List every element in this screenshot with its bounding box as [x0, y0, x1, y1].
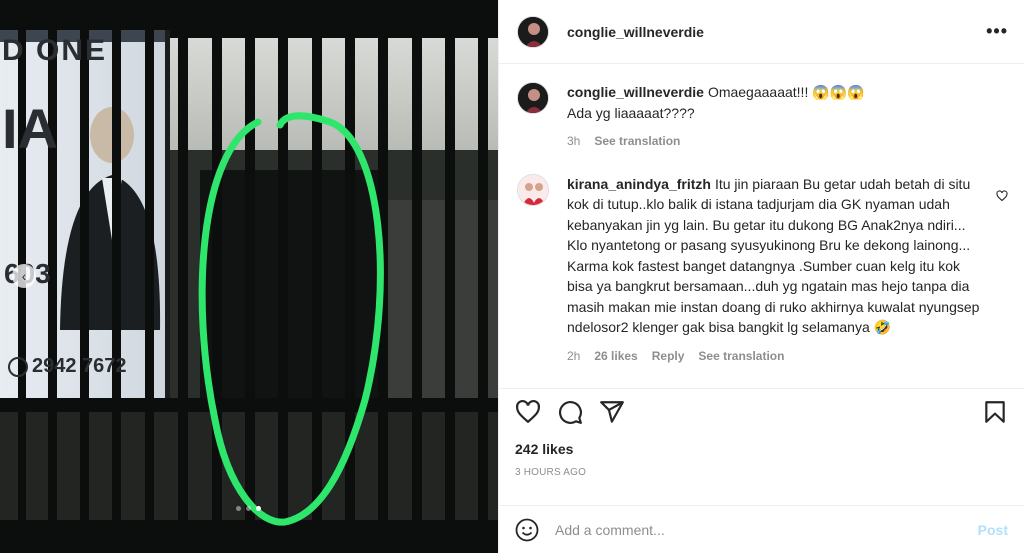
caption-text-line1: Omaegaaaaat!!! 😱😱😱: [707, 84, 865, 100]
banner-text-big: IA: [2, 97, 58, 160]
slide-dot-active: [256, 506, 261, 511]
comment-composer: Post: [499, 505, 1024, 553]
caption-text-line2: Ada yg liaaaaat????: [567, 104, 695, 121]
comment-likes[interactable]: 26 likes: [594, 346, 637, 367]
commenter-avatar[interactable]: [517, 173, 549, 206]
avatar-image: [518, 16, 548, 47]
avatar-image: [518, 83, 548, 113]
action-bar: [515, 399, 1008, 425]
comment-item: kirana_anindya_fritzh Itu jin piaraan Bu …: [517, 173, 1008, 367]
comment-time[interactable]: 2h: [567, 346, 580, 367]
comment-like-heart-icon[interactable]: [996, 189, 1008, 205]
previous-slide-button[interactable]: ‹: [12, 264, 36, 288]
add-comment-input[interactable]: [555, 521, 978, 538]
banner-phone: 2942 7672: [8, 355, 127, 378]
comment-reply[interactable]: Reply: [652, 346, 685, 367]
post-modal: D ONE IA 603 2942 7672 ‹ conglie_w: [0, 0, 1024, 553]
caption-see-translation[interactable]: See translation: [594, 131, 680, 152]
slide-indicator: [236, 506, 261, 511]
comment-icon[interactable]: [557, 399, 583, 425]
comment-username[interactable]: kirana_anindya_fritzh: [567, 176, 711, 192]
avatar-image: [518, 174, 548, 205]
comments-list: conglie_willneverdie Omaegaaaaat!!! 😱😱😱 A…: [499, 64, 1024, 394]
comment-meta: 2h 26 likes Reply See translation: [567, 346, 982, 367]
heart-icon[interactable]: [515, 399, 541, 425]
banner-phone-number: 2942 7672: [32, 355, 127, 377]
slide-dot: [246, 506, 251, 511]
comment-see-translation[interactable]: See translation: [698, 346, 784, 367]
caption-meta: 3h See translation: [567, 131, 982, 152]
post-actions: 242 likes 3 HOURS AGO: [499, 388, 1024, 478]
author-username[interactable]: conglie_willneverdie: [567, 24, 704, 40]
caption-avatar[interactable]: [517, 82, 549, 114]
banner-text-top: D ONE: [2, 34, 108, 67]
post-likes-count[interactable]: 242 likes: [515, 441, 1008, 457]
comment-body: kirana_anindya_fritzh Itu jin piaraan Bu …: [567, 174, 1008, 367]
caption-username[interactable]: conglie_willneverdie: [567, 84, 704, 100]
slide-dot: [236, 506, 241, 511]
phone-icon: [8, 356, 28, 377]
share-icon[interactable]: [599, 399, 625, 425]
ellipsis-icon[interactable]: •••: [986, 21, 1008, 42]
bookmark-icon[interactable]: [982, 399, 1008, 425]
comment-text: Itu jin piaraan Bu getar udah betah di s…: [567, 175, 980, 336]
post-sidebar: conglie_willneverdie ••• conglie_willnev…: [498, 0, 1024, 553]
author-avatar[interactable]: [517, 15, 549, 48]
post-header: conglie_willneverdie •••: [499, 0, 1024, 64]
caption: conglie_willneverdie Omaegaaaaat!!! 😱😱😱 A…: [517, 82, 1008, 152]
caption-time[interactable]: 3h: [567, 131, 580, 152]
post-comment-button[interactable]: Post: [978, 522, 1008, 538]
post-photo: [0, 0, 498, 553]
emoji-icon[interactable]: [515, 518, 539, 542]
caption-body: conglie_willneverdie Omaegaaaaat!!! 😱😱😱 A…: [567, 82, 1008, 152]
chevron-left-icon: ‹: [21, 268, 27, 284]
post-timestamp[interactable]: 3 HOURS AGO: [515, 467, 1008, 478]
post-media[interactable]: D ONE IA 603 2942 7672 ‹: [0, 0, 498, 553]
